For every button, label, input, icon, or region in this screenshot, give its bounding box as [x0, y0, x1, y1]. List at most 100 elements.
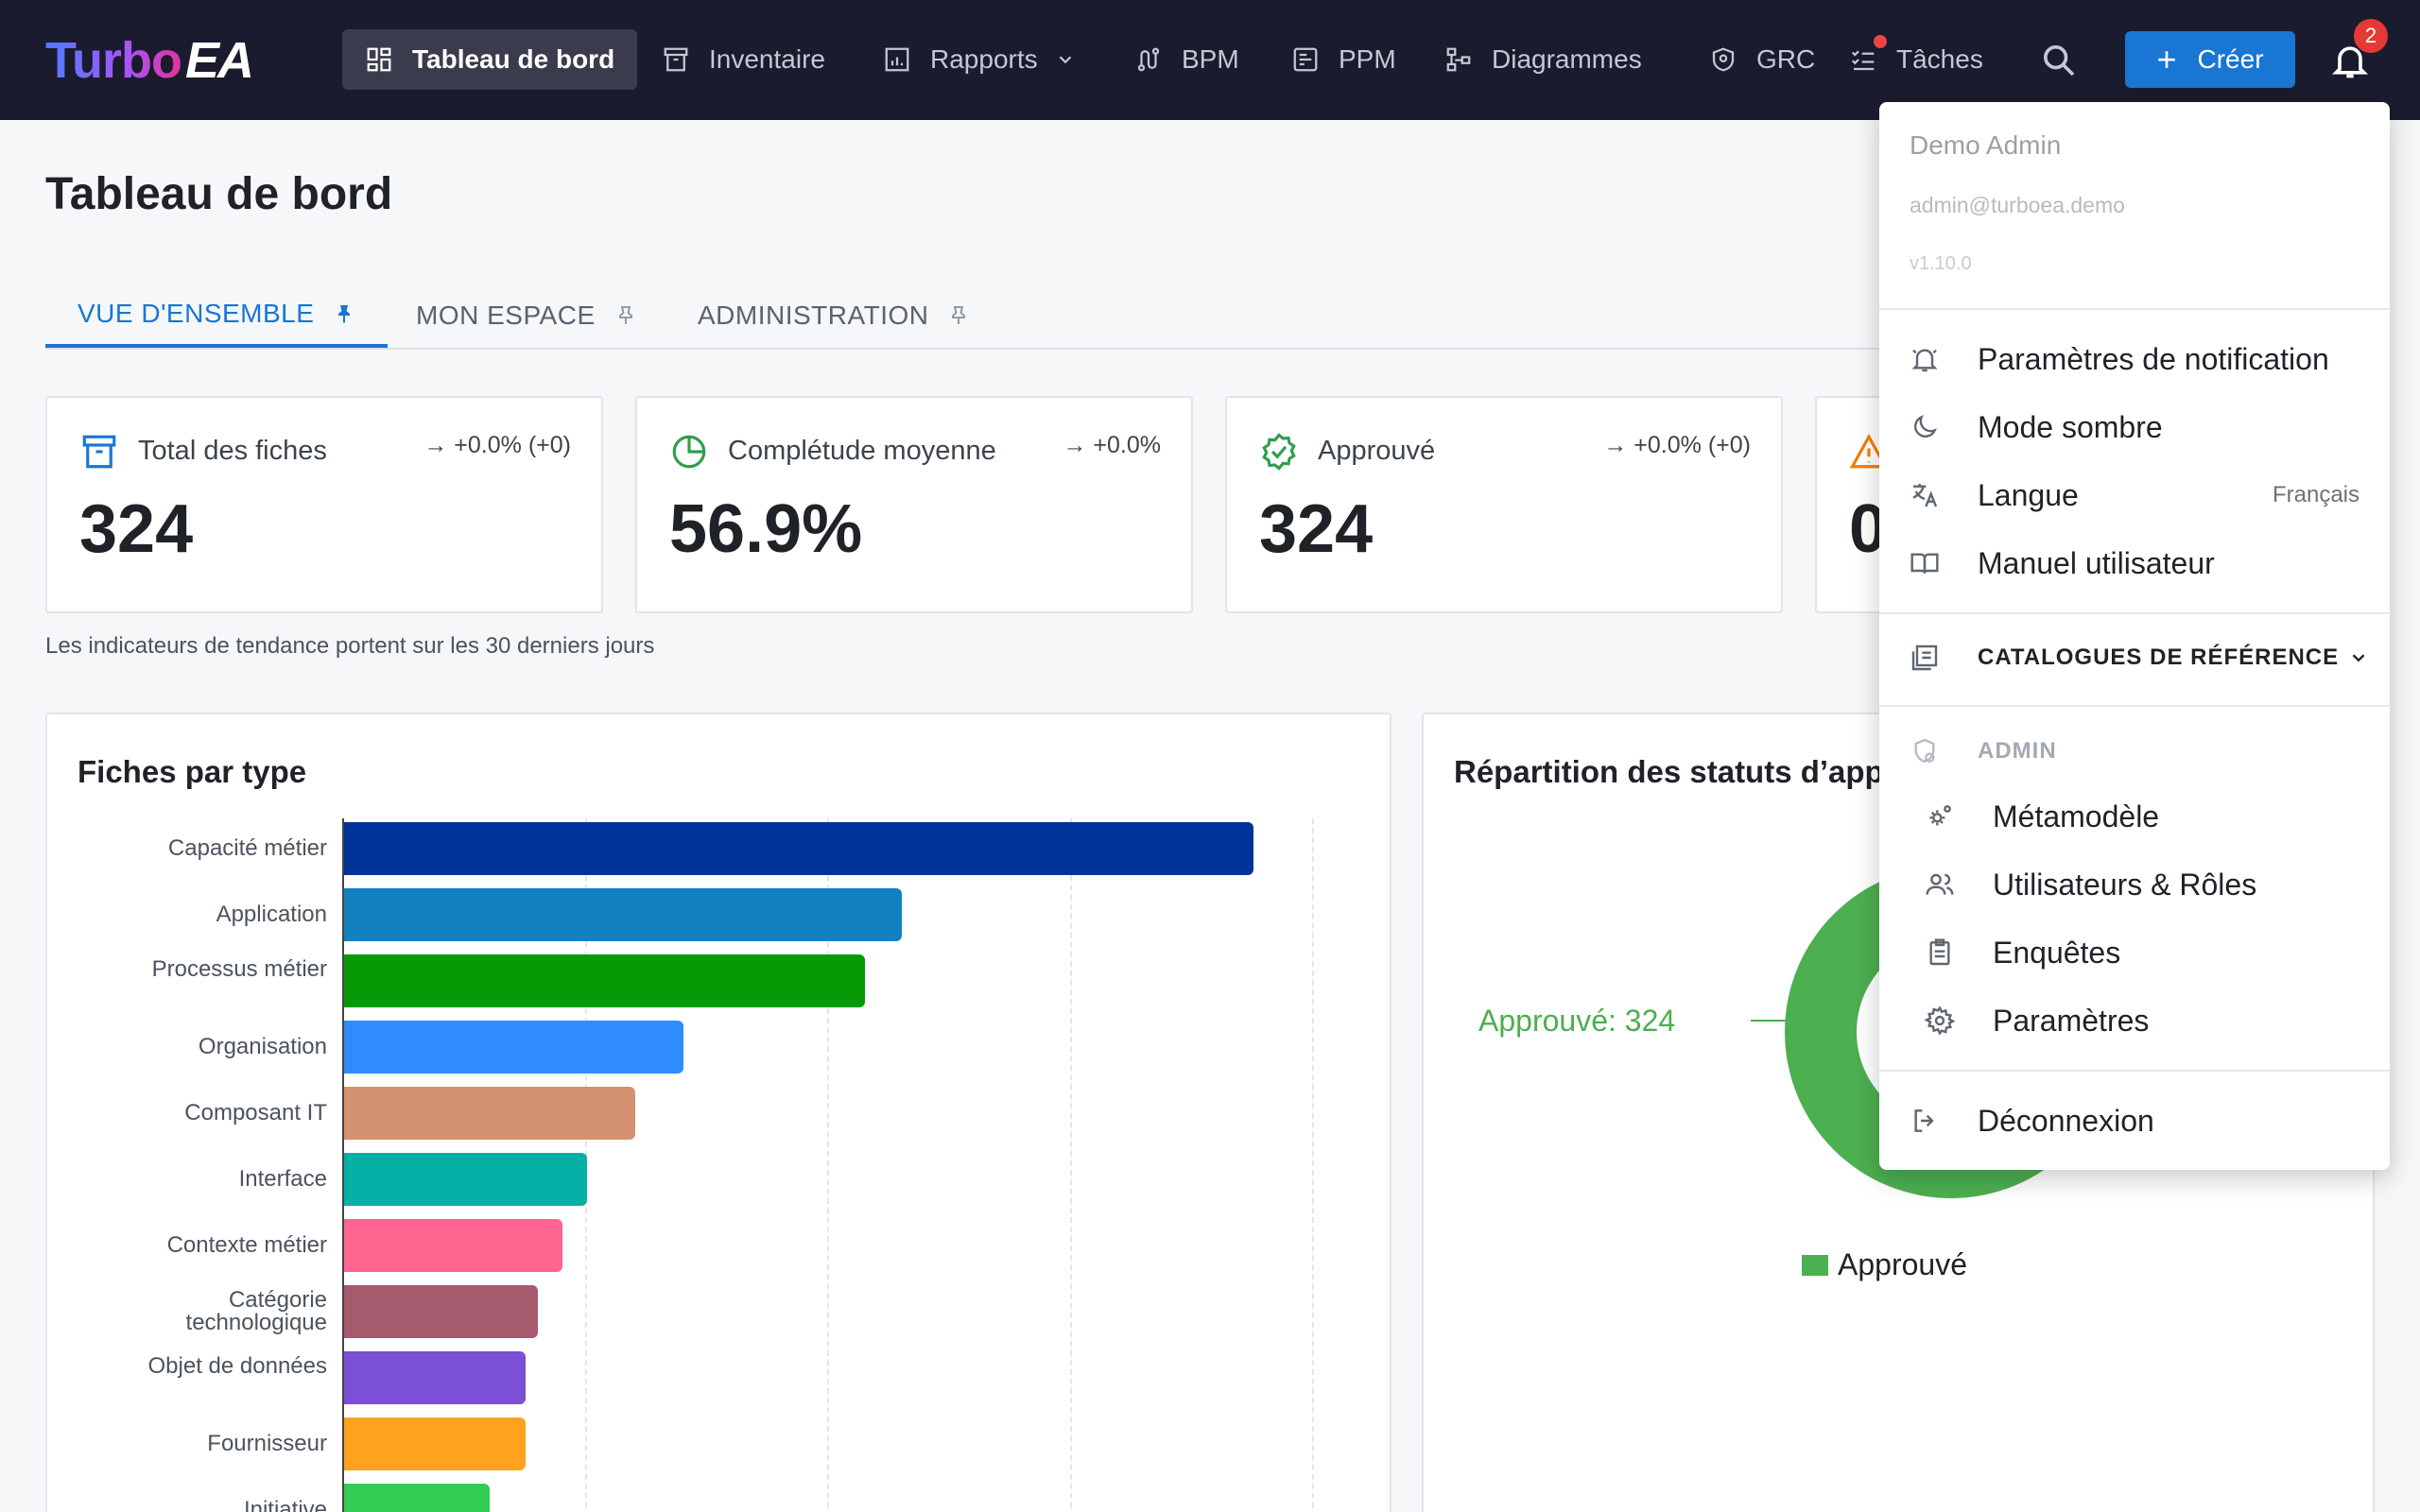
- bar-category-label: Catégorie technologique: [185, 1287, 327, 1335]
- kpi-value: 324: [79, 491, 194, 567]
- chevron-down-icon: [2352, 654, 2365, 662]
- app-version: v1.10.0: [1910, 253, 1972, 274]
- menu-item-label: Mode sombre: [1978, 409, 2163, 444]
- bell-settings-icon: [1911, 349, 1938, 372]
- card-title: Fiches par type: [78, 754, 307, 789]
- dashboard-tabs: VUE D'ENSEMBLE MON ESPACE ADMINISTRATION: [45, 265, 1936, 350]
- bar-category-label: Objet de données: [147, 1353, 327, 1379]
- chart-legend[interactable]: Approuvé: [1802, 1247, 1967, 1282]
- current-language: Français: [2272, 482, 2360, 507]
- page-title: Tableau de bord: [45, 169, 393, 219]
- users-icon: [1926, 873, 1954, 895]
- bar-category-label: Application: [216, 902, 327, 927]
- menu-item-logout[interactable]: Déconnexion: [1879, 1090, 2390, 1152]
- admin-shield-icon: [1914, 738, 1935, 763]
- app-logo[interactable]: Turbo EA: [45, 32, 254, 89]
- menu-item-user-manual[interactable]: Manuel utilisateur: [1879, 532, 2390, 594]
- kpi-approuve[interactable]: Approuvé → +0.0% (+0) 324: [1225, 396, 1783, 613]
- menu-item-label: Enquêtes: [1993, 935, 2121, 970]
- menu-item-label: Langue: [1978, 477, 2079, 512]
- menu-item-language[interactable]: Langue Français: [1879, 464, 2390, 526]
- pin-icon[interactable]: [947, 304, 970, 327]
- gridline: [1312, 818, 1314, 1512]
- nav-taches[interactable]: Tâches: [1826, 29, 2006, 90]
- menu-catalogues-reference[interactable]: CATALOGUES DE RÉFÉRENCE: [1879, 627, 2390, 689]
- menu-item-label: Déconnexion: [1978, 1103, 2154, 1138]
- nav-diagrammes[interactable]: Diagrammes: [1422, 29, 1665, 90]
- nav-grc[interactable]: GRC: [1686, 29, 1838, 90]
- bar-category-label: Fournisseur: [207, 1431, 327, 1456]
- donut-slice-label: Approuvé: 324: [1478, 1004, 1676, 1038]
- logo-text-ea: EA: [184, 32, 254, 89]
- tab-label: ADMINISTRATION: [698, 301, 929, 330]
- nav-label: BPM: [1182, 44, 1239, 74]
- menu-item-label: Paramètres de notification: [1978, 341, 2329, 376]
- notification-count-badge: 2: [2354, 19, 2388, 53]
- tab-label: MON ESPACE: [416, 301, 596, 330]
- kpi-completude[interactable]: Complétude moyenne → +0.0% 56.9%: [635, 396, 1193, 613]
- kpi-label: Approuvé: [1318, 436, 1436, 466]
- create-label: Créer: [2197, 44, 2264, 74]
- nav-label: Inventaire: [709, 44, 825, 74]
- bar[interactable]: [344, 1219, 562, 1272]
- bar[interactable]: [344, 1484, 490, 1512]
- user-name: Demo Admin: [1910, 130, 2062, 160]
- create-button[interactable]: + Créer: [2125, 31, 2295, 88]
- nav-label: PPM: [1339, 44, 1396, 74]
- kpi-label: Total des fiches: [138, 436, 327, 466]
- logout-icon: [1914, 1109, 1934, 1132]
- nav-inventaire[interactable]: Inventaire: [639, 29, 848, 90]
- metamodel-icon: [1929, 805, 1951, 826]
- menu-item-enquetes[interactable]: Enquêtes: [1879, 921, 2390, 984]
- moon-icon: [1914, 415, 1937, 438]
- bar[interactable]: [344, 1087, 635, 1140]
- bar[interactable]: [344, 1021, 684, 1074]
- tab-mon-espace[interactable]: MON ESPACE: [416, 284, 637, 348]
- archive-icon: [664, 47, 688, 72]
- menu-item-metamodele[interactable]: Métamodèle: [1879, 785, 2390, 848]
- gear-icon: [1925, 1005, 1955, 1036]
- menu-item-parametres[interactable]: Paramètres: [1879, 989, 2390, 1052]
- pin-icon[interactable]: [614, 304, 637, 327]
- menu-item-dark-mode[interactable]: Mode sombre: [1879, 396, 2390, 458]
- menu-divider: [1879, 705, 2390, 707]
- menu-item-label: Utilisateurs & Rôles: [1993, 867, 2257, 902]
- nav-tableau-de-bord[interactable]: Tableau de bord: [342, 29, 638, 90]
- bar-category-label: Interface: [238, 1166, 327, 1192]
- tab-administration[interactable]: ADMINISTRATION: [698, 284, 970, 348]
- bar[interactable]: [344, 1153, 587, 1206]
- chevron-down-icon: [1059, 56, 1071, 64]
- pin-filled-icon[interactable]: [333, 302, 355, 325]
- menu-item-label: Manuel utilisateur: [1978, 545, 2215, 580]
- kpi-value: 324: [1259, 491, 1374, 567]
- menu-item-notification-settings[interactable]: Paramètres de notification: [1879, 328, 2390, 390]
- nav-ppm[interactable]: PPM: [1269, 29, 1419, 90]
- nav-rapports[interactable]: Rapports: [860, 29, 1098, 90]
- project-icon: [1293, 47, 1318, 72]
- survey-icon: [1929, 938, 1950, 966]
- nav-bpm[interactable]: BPM: [1112, 29, 1262, 90]
- menu-divider: [1879, 308, 2390, 310]
- bar[interactable]: [344, 1418, 527, 1470]
- bar-category-label: Processus métier: [151, 956, 327, 982]
- bar[interactable]: [344, 954, 866, 1007]
- bar[interactable]: [344, 822, 1253, 875]
- nav-label: Tâches: [1896, 44, 1983, 74]
- admin-label: ADMIN: [1978, 738, 2057, 764]
- pie-icon: [672, 435, 706, 469]
- kpi-total-fiches[interactable]: Total des fiches → +0.0% (+0) 324: [45, 396, 603, 613]
- logo-text-turbo: Turbo: [45, 32, 182, 89]
- menu-item-users-roles[interactable]: Utilisateurs & Rôles: [1879, 853, 2390, 916]
- search-icon[interactable]: [2040, 42, 2078, 79]
- bar[interactable]: [344, 888, 902, 941]
- tab-label: VUE D'ENSEMBLE: [78, 299, 315, 328]
- kpi-value: 56.9%: [669, 491, 863, 567]
- menu-divider: [1879, 612, 2390, 614]
- menu-divider: [1879, 1070, 2390, 1072]
- bar-category-label: Organisation: [198, 1034, 327, 1059]
- shield-icon: [1712, 47, 1735, 72]
- tab-vue-ensemble[interactable]: VUE D'ENSEMBLE: [45, 284, 389, 348]
- bar[interactable]: [344, 1351, 527, 1404]
- bar-category-label: Composant IT: [184, 1100, 327, 1125]
- bar[interactable]: [344, 1285, 539, 1338]
